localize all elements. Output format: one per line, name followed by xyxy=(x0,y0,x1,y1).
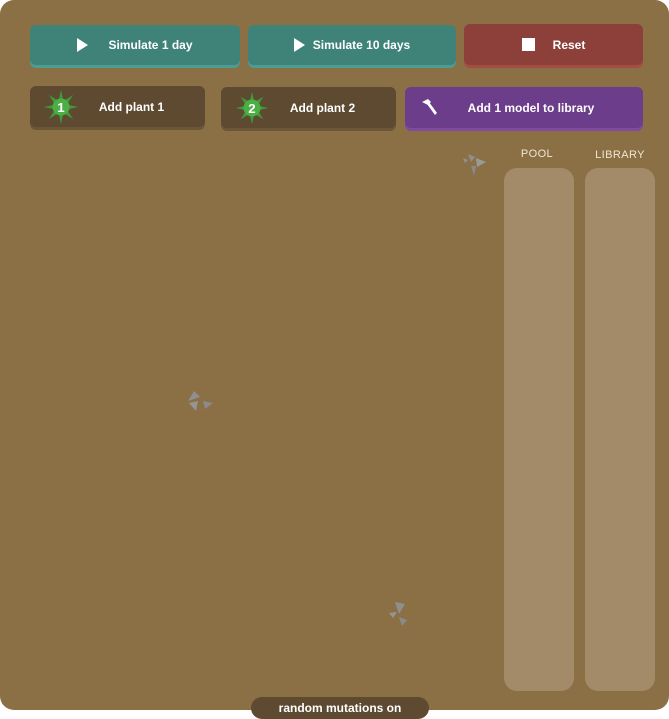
random-mutations-toggle[interactable]: random mutations on xyxy=(251,697,429,719)
simulate-1-day-label: Simulate 1 day xyxy=(108,38,193,52)
plant-1-badge: 1 xyxy=(57,100,65,115)
add-plant-1-label: Add plant 1 xyxy=(98,99,165,114)
reset-button[interactable]: Reset xyxy=(464,24,643,65)
simulate-10-days-label: Simulate 10 days xyxy=(312,38,411,52)
add-model-label: Add 1 model to library xyxy=(467,100,595,115)
pool-column[interactable] xyxy=(504,168,574,691)
stop-icon xyxy=(521,38,535,51)
library-column[interactable] xyxy=(585,168,655,691)
rock-icon xyxy=(463,154,486,176)
library-column-label: LIBRARY xyxy=(595,149,645,161)
play-icon xyxy=(77,38,89,52)
random-mutations-label: random mutations on xyxy=(278,701,402,715)
simulate-1-day-button[interactable]: Simulate 1 day xyxy=(30,25,240,65)
pool-column-label: POOL xyxy=(520,148,554,160)
plant-icon: 2 xyxy=(235,91,269,125)
rock-icon xyxy=(188,391,213,411)
plant-2-badge: 2 xyxy=(248,101,255,116)
hammer-icon xyxy=(422,99,437,115)
plant-icon: 1 xyxy=(43,89,79,125)
add-model-to-library-button[interactable]: Add 1 model to library xyxy=(405,87,643,128)
simulation-board: Simulate 1 day Simulate 10 days Reset 1 … xyxy=(0,0,669,710)
simulate-10-days-button[interactable]: Simulate 10 days xyxy=(248,25,456,65)
reset-label: Reset xyxy=(552,37,586,52)
rock-icon xyxy=(389,602,407,626)
play-icon xyxy=(293,38,305,52)
add-plant-1-button[interactable]: 1 Add plant 1 xyxy=(30,86,205,127)
add-plant-2-button[interactable]: 2 Add plant 2 xyxy=(221,87,396,128)
add-plant-2-label: Add plant 2 xyxy=(289,100,356,115)
